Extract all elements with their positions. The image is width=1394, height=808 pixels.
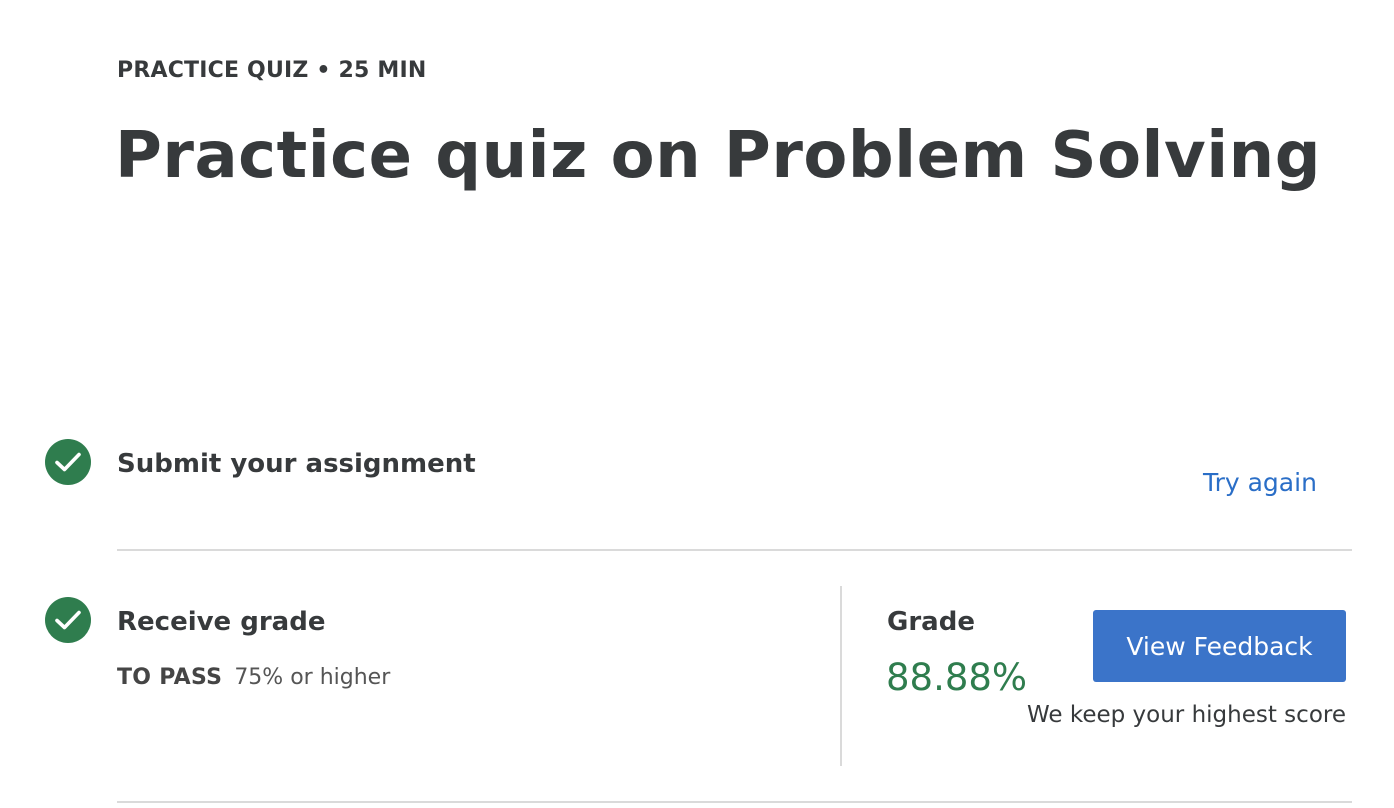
quiz-kicker: PRACTICE QUIZ • 25 MIN [117,58,427,83]
section-divider [117,549,1352,551]
step-title-submit: Submit your assignment [117,449,476,479]
step-title-receive-grade: Receive grade [117,607,326,637]
grade-value: 88.88% [886,656,1028,699]
view-feedback-button[interactable]: View Feedback [1093,610,1346,682]
try-again-link[interactable]: Try again [1203,468,1317,497]
grade-label: Grade [887,607,975,637]
pass-value: 75% or higher [234,665,391,690]
page-title: Practice quiz on Problem Solving [115,119,1321,193]
pass-requirement: TO PASS 75% or higher [117,665,390,690]
section-divider [117,801,1352,803]
check-circle-icon [45,439,91,485]
check-circle-icon [45,597,91,643]
highest-score-note: We keep your highest score [1026,702,1346,728]
vertical-divider [840,586,842,766]
quiz-page: PRACTICE QUIZ • 25 MIN Practice quiz on … [0,0,1394,808]
pass-label: TO PASS [117,665,223,690]
